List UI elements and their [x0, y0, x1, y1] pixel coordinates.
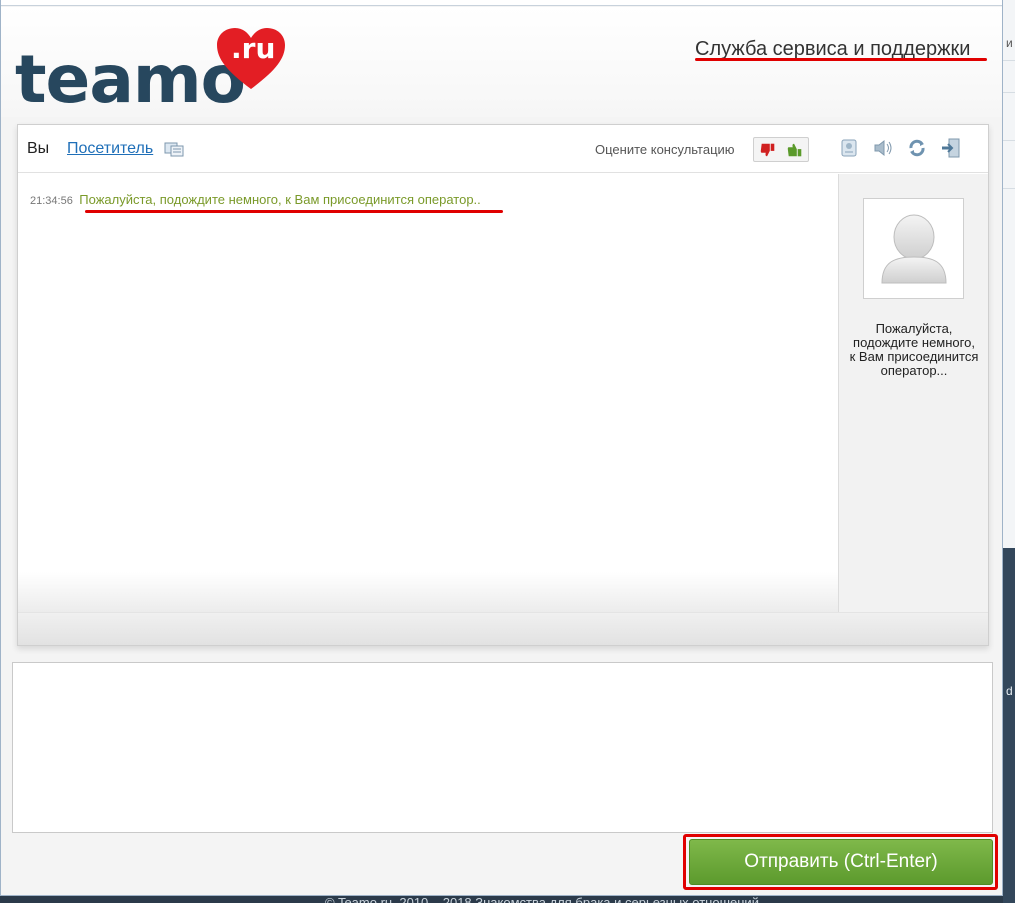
- message-time: 21:34:56: [30, 195, 73, 207]
- exit-icon[interactable]: [940, 137, 962, 159]
- message-list[interactable]: 21:34:56 Пожалуйста, подождите немного, …: [18, 174, 838, 612]
- operator-sidebar: Пожалуйста, подождите немного, к Вам при…: [838, 174, 988, 612]
- refresh-icon[interactable]: [906, 137, 928, 159]
- background-divider: [1003, 92, 1015, 93]
- message-list-fade: [18, 572, 838, 612]
- chat-panel: Вы Посетитель Оцените консультацию 21:34…: [17, 124, 989, 646]
- sound-icon[interactable]: [872, 137, 894, 159]
- logo-badge: .ru: [231, 32, 276, 65]
- thumbs-up-icon[interactable]: [783, 140, 807, 160]
- rate-label: Оцените консультацию: [595, 142, 735, 157]
- annotation-underline: [85, 210, 503, 213]
- chat-header: teamo .ru Служба сервиса и поддержки: [1, 7, 1002, 117]
- message-item: 21:34:56 Пожалуйста, подождите немного, …: [30, 191, 481, 209]
- background-dark-area: [1003, 548, 1015, 903]
- logo-text: teamo: [15, 41, 246, 118]
- operator-avatar: [863, 198, 964, 299]
- you-label: Вы: [27, 140, 50, 157]
- background-divider: [1003, 140, 1015, 141]
- message-text: Пожалуйста, подождите немного, к Вам при…: [79, 192, 481, 207]
- page-footer: © Teamo.ru, 2010 – 2018 Знакомства для б…: [325, 895, 759, 903]
- user-placeholder-icon: [881, 214, 947, 284]
- chat-panel-bottom-bar: [18, 612, 988, 645]
- background-divider: [1003, 60, 1015, 61]
- visitor-card-icon[interactable]: [164, 141, 184, 157]
- chat-toolbar: Вы Посетитель Оцените консультацию: [18, 125, 988, 173]
- send-button[interactable]: Отправить (Ctrl-Enter): [689, 839, 993, 885]
- background-divider: [1003, 188, 1015, 189]
- message-input[interactable]: [12, 662, 993, 833]
- background-text: и: [1006, 36, 1013, 50]
- chat-window: teamo .ru Служба сервиса и поддержки Вы …: [0, 0, 1003, 896]
- rating-buttons: [753, 137, 809, 162]
- background-page: и d: [1003, 0, 1015, 903]
- thumbs-down-icon[interactable]: [756, 140, 780, 160]
- background-text: d: [1006, 684, 1013, 698]
- heart-icon: .ru: [215, 27, 287, 91]
- operator-status-text: Пожалуйста, подождите немного, к Вам при…: [849, 321, 979, 378]
- annotation-underline: [695, 58, 987, 61]
- print-icon[interactable]: [838, 137, 860, 159]
- teamo-logo[interactable]: teamo .ru: [15, 28, 295, 118]
- visitor-link[interactable]: Посетитель: [67, 140, 153, 158]
- window-top-edge: [1, 0, 1002, 6]
